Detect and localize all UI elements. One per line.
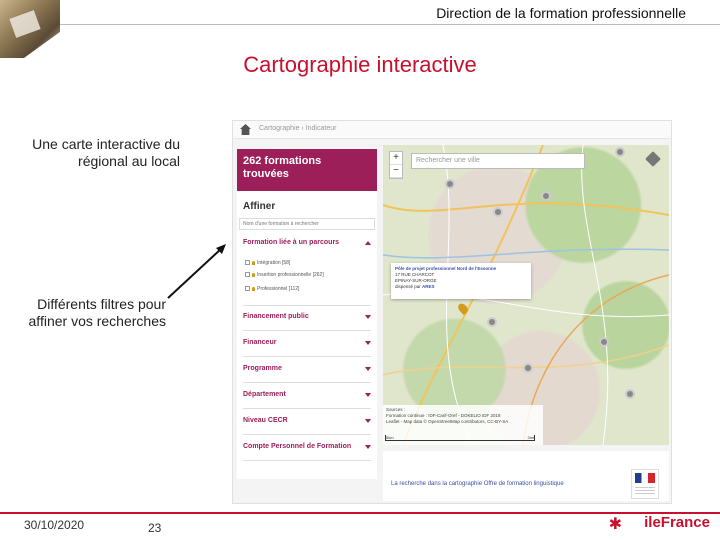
divider [243,305,371,306]
option-integration[interactable]: Intégration [58] [245,259,290,267]
map-cluster[interactable] [625,389,635,399]
header-divider [60,24,720,25]
note-filters: Différents filtres pour affiner vos rech… [28,296,166,329]
map-cluster[interactable] [599,337,609,347]
option-professionnel[interactable]: Professionnel [112] [245,285,299,293]
map-cluster[interactable] [487,317,497,327]
popup-provider-label: dispensé par [395,284,421,289]
map-scale-bar: 5km 3mi [385,435,535,441]
option-label: Intégration [58] [257,260,291,266]
corner-photo [0,0,60,58]
chevron-down-icon [365,393,371,397]
option-label: Professionnel [112] [257,286,300,292]
map-attribution: Sources : Formation continue : IDF-Carif… [383,405,543,445]
slide-title: Cartographie interactive [243,52,477,77]
filter-departement[interactable]: Département [243,387,371,409]
republique-francaise-logo [631,469,659,499]
option-insertion[interactable]: Insertion professionnelle [262] [245,271,324,279]
popup-provider: dispensé par ARES [395,284,527,290]
chevron-down-icon [365,419,371,423]
chevron-down-icon [365,341,371,345]
filter-parcours[interactable]: Formation liée à un parcours [243,235,371,257]
star-icon: ✱ [608,516,622,533]
filter-financeur[interactable]: Financeur [243,335,371,357]
map-cluster[interactable] [523,363,533,373]
checkbox-icon[interactable] [245,260,250,266]
scale-mi: 3mi [527,435,534,440]
scale-km: 5km [386,435,394,440]
iledefrance-logo: ileFrance [644,514,710,531]
formation-search-input[interactable]: Nom d'une formation à rechercher [239,218,375,230]
chevron-down-icon [365,315,371,319]
arrow-pointer [167,244,226,299]
header-title: Direction de la formation professionnell… [436,5,686,21]
site-topbar: Cartographie › Indicateur [233,121,671,139]
breadcrumb[interactable]: Cartographie › Indicateur [259,125,336,132]
filter-label: Financeur [243,339,277,346]
footer-link[interactable]: La recherche dans la cartographie Offre … [391,481,564,487]
filter-programme[interactable]: Programme [243,361,371,383]
attribution-leaflet: Leaflet - Map data © OpenStreetMap contr… [386,419,509,424]
filter-sidebar: 262 formations trouvées Affiner Nom d'un… [237,149,377,479]
map-cluster[interactable] [493,207,503,217]
checkbox-icon[interactable] [245,286,250,292]
filter-cpf[interactable]: Compte Personnel de Formation [243,439,371,461]
city-search-input[interactable]: Rechercher une ville [411,153,585,169]
slide-date: 30/10/2020 [24,518,85,532]
map-cluster[interactable] [615,147,625,157]
checkbox-icon[interactable] [245,272,250,278]
map-cluster[interactable] [541,191,551,201]
interactive-map[interactable]: + − Rechercher une ville Pôle de projet … [383,145,669,445]
flag-icon [635,473,655,483]
map-cluster[interactable] [445,179,455,189]
results-count-suffix: trouvées [243,168,289,180]
note-interactive-map: Une carte interactive du régional au loc… [32,136,180,169]
filter-financement-public[interactable]: Financement public [243,309,371,331]
affiner-title: Affiner [243,201,276,212]
chevron-down-icon [365,445,371,449]
filter-label: Compte Personnel de Formation [243,443,352,450]
results-count-box: 262 formations trouvées [237,149,377,191]
map-popup: Pôle de projet professionnel Nord de l'E… [391,263,531,299]
map-pin-icon [252,260,255,265]
slide-number: 23 [148,521,162,535]
option-label: Insertion professionnelle [262] [257,272,324,278]
filter-label: Niveau CECR [243,417,288,424]
zoom-control: + − [389,151,403,179]
filter-label: Programme [243,365,282,372]
site-footer: La recherche dans la cartographie Offre … [383,451,669,501]
filter-label: Financement public [243,313,309,320]
popup-provider-link[interactable]: ARES [422,284,435,289]
results-count: 262 formations [243,155,322,167]
chevron-down-icon [365,367,371,371]
map-pin-icon [252,286,255,291]
zoom-in-button[interactable]: + [390,152,402,165]
filter-label: Département [243,391,286,398]
filter-niveau-cecr[interactable]: Niveau CECR [243,413,371,435]
chevron-up-icon [365,241,371,245]
map-pin-icon [252,272,255,277]
filter-label: Formation liée à un parcours [243,239,340,246]
website-screenshot: Cartographie › Indicateur 262 formations… [232,120,672,504]
zoom-out-button[interactable]: − [390,165,402,178]
home-icon[interactable] [240,124,251,135]
logo-text [635,486,655,494]
